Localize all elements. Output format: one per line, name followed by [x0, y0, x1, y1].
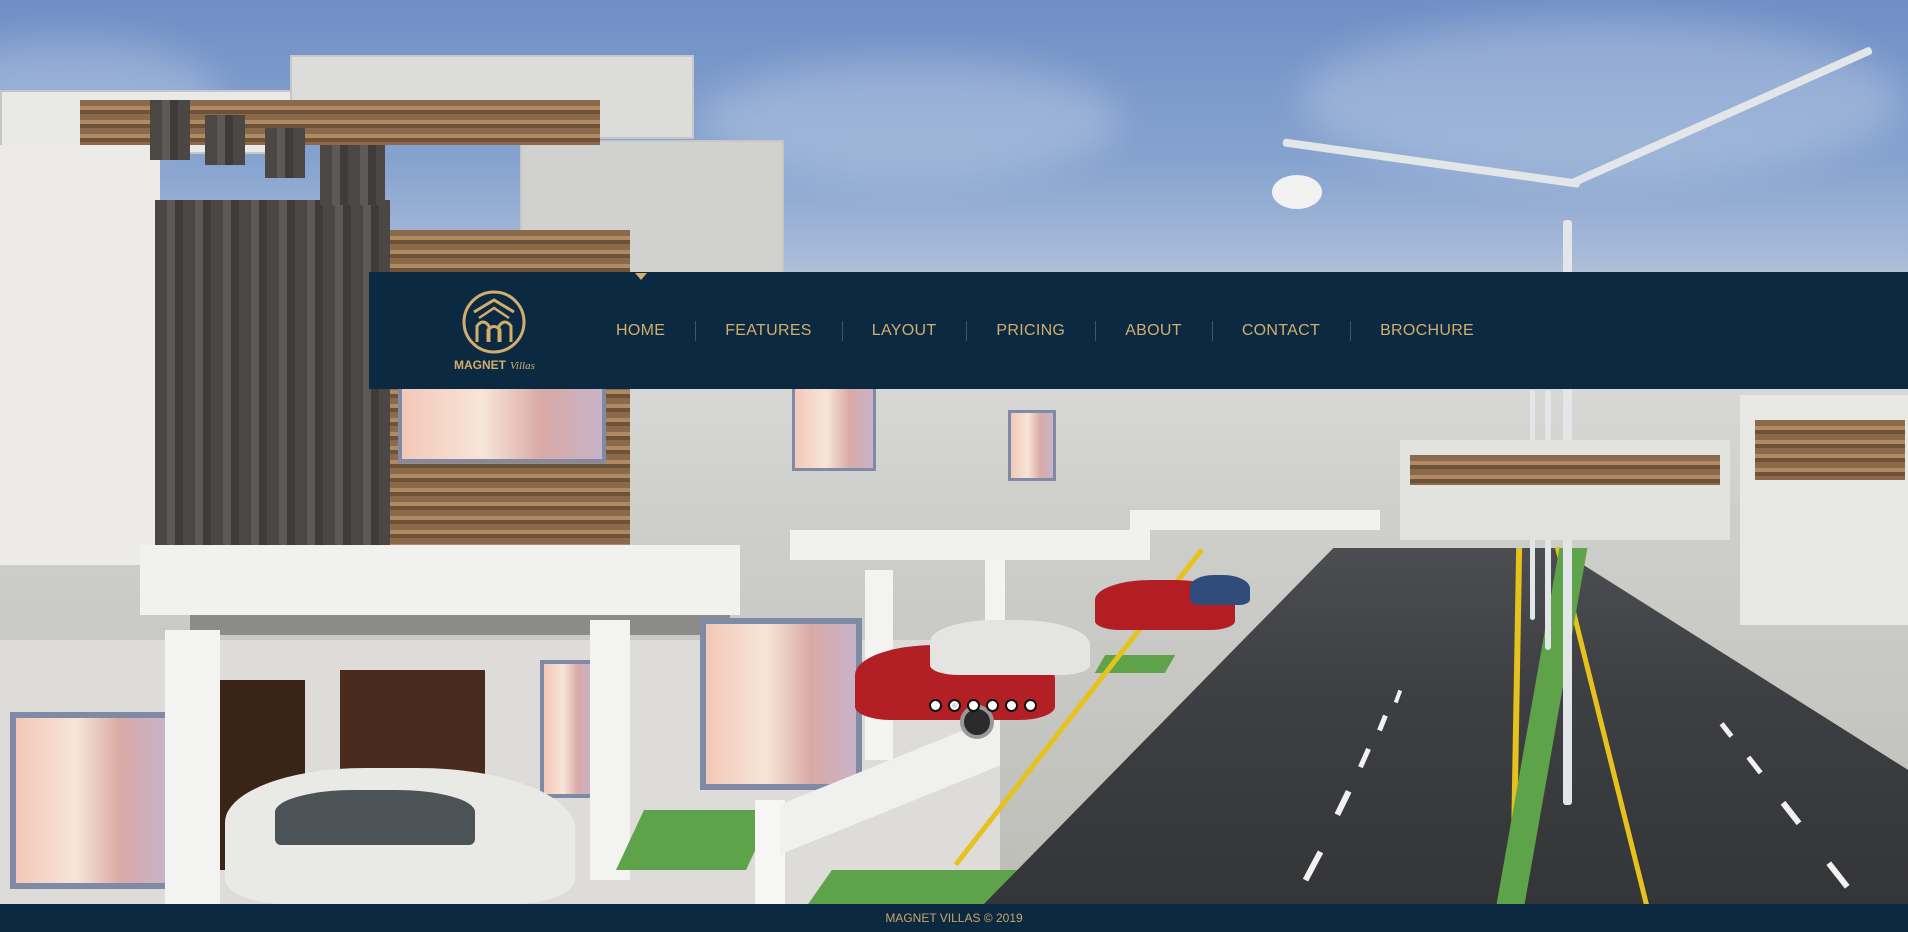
slider-dot[interactable]	[929, 699, 942, 712]
stone-cladding	[155, 200, 390, 560]
logo-script: Villas	[510, 360, 535, 372]
nav-item-label: BROCHURE	[1380, 321, 1475, 339]
balcony-slab	[1130, 510, 1380, 530]
blue-car	[1190, 575, 1250, 605]
villa-window	[700, 618, 862, 790]
copyright-text: MAGNET VILLAS © 2019	[885, 911, 1023, 925]
nav-item-brochure[interactable]: BROCHURE	[1350, 320, 1504, 341]
villa-window	[10, 712, 172, 889]
balcony-slab	[790, 530, 1150, 560]
stone-pillar	[205, 115, 245, 165]
nav-item-about[interactable]: ABOUT	[1095, 320, 1212, 341]
nav-item-contact[interactable]: CONTACT	[1211, 320, 1350, 341]
nav-menu: HOME FEATURES LAYOUT PRICING ABOUT CONTA…	[586, 272, 1504, 389]
villa-window	[792, 385, 876, 471]
wood-cladding	[1410, 455, 1720, 485]
balcony-slab	[140, 545, 740, 615]
column	[165, 630, 220, 904]
slider-dot[interactable]	[1024, 699, 1037, 712]
brand-logo[interactable]: MAGNET Villas	[449, 290, 539, 372]
nav-item-home[interactable]: HOME	[586, 272, 695, 341]
nav-item-label: ABOUT	[1125, 321, 1182, 339]
nav-item-label: FEATURES	[725, 321, 812, 339]
nav-item-label: HOME	[616, 321, 666, 339]
stone-pillar	[265, 128, 305, 178]
nav-item-layout[interactable]: LAYOUT	[841, 320, 967, 341]
nav-item-label: CONTACT	[1241, 321, 1321, 339]
nav-item-label: PRICING	[996, 321, 1066, 339]
white-car	[930, 620, 1090, 675]
car-windshield	[275, 790, 475, 845]
slider-dot[interactable]	[986, 699, 999, 712]
main-navigation-bar: MAGNET Villas HOME FEATURES LAYOUT PRICI…	[369, 272, 1908, 389]
nav-item-label: LAYOUT	[871, 321, 937, 339]
villa-window	[398, 385, 606, 463]
stone-pillar	[320, 145, 385, 205]
logo-word: MAGNET	[454, 358, 507, 372]
street-lamp-head	[1272, 175, 1322, 209]
nav-item-features[interactable]: FEATURES	[695, 320, 842, 341]
wood-cladding	[1755, 420, 1905, 480]
villa-window	[1008, 410, 1056, 481]
active-indicator-icon	[634, 272, 647, 280]
villa-window	[540, 660, 596, 798]
villa-wall	[0, 145, 160, 565]
slider-dot[interactable]	[967, 699, 980, 712]
slider-pagination	[929, 699, 1037, 712]
column	[590, 620, 630, 880]
magnet-villas-emblem-icon: MAGNET Villas	[454, 290, 535, 372]
nav-item-pricing[interactable]: PRICING	[966, 320, 1095, 341]
balcony-edge	[190, 615, 730, 635]
footer: MAGNET VILLAS © 2019	[0, 904, 1908, 932]
hero-banner-image	[0, 0, 1908, 904]
slider-dot[interactable]	[948, 699, 961, 712]
slider-dot[interactable]	[1005, 699, 1018, 712]
stone-pillar	[150, 100, 190, 160]
